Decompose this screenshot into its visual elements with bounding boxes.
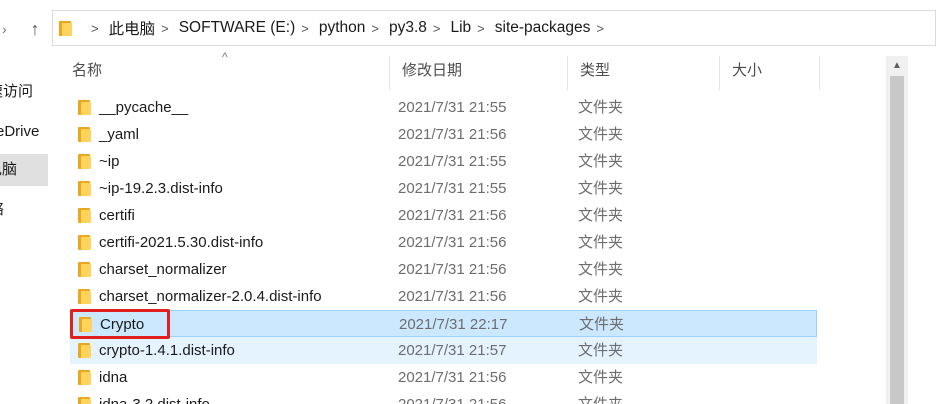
- file-name: ~ip: [99, 153, 120, 170]
- file-name: charset_normalizer-2.0.4.dist-info: [99, 288, 322, 305]
- breadcrumb-item-lib[interactable]: Lib: [450, 19, 471, 37]
- file-name: _yaml: [99, 126, 140, 143]
- file-name: certifi-2021.5.30.dist-info: [99, 234, 264, 251]
- folder-icon: [78, 154, 92, 169]
- file-row[interactable]: crypto-1.4.1.dist-info 2021/7/31 21:57 文件夹: [70, 337, 817, 364]
- folder-icon: [78, 235, 92, 250]
- file-type: 文件夹: [578, 180, 624, 197]
- file-row[interactable]: certifi-2021.5.30.dist-info 2021/7/31 21:…: [70, 229, 817, 256]
- file-type: 文件夹: [578, 153, 624, 170]
- file-name: certifi: [99, 207, 135, 224]
- nav-item-quick-access[interactable]: 速访问: [0, 76, 48, 108]
- address-bar-region: › ↑ > 此电脑 > SOFTWARE (E:) > python > py3…: [0, 0, 936, 56]
- folder-icon: [78, 262, 92, 277]
- column-header-row: ^ 名称 修改日期 类型 大小: [60, 50, 820, 90]
- nav-item-onedrive[interactable]: eDrive: [0, 116, 48, 148]
- file-row[interactable]: _yaml 2021/7/31 21:56 文件夹: [70, 121, 817, 148]
- file-row[interactable]: idna 2021/7/31 21:56 文件夹: [70, 364, 817, 391]
- folder-icon: [78, 127, 92, 142]
- column-header-date[interactable]: 修改日期: [390, 56, 568, 90]
- nav-item-label: 速访问: [0, 83, 34, 100]
- back-chevron-icon[interactable]: ›: [2, 18, 16, 40]
- column-header-size[interactable]: 大小: [720, 56, 820, 90]
- file-modified-date: 2021/7/31 21:55: [398, 153, 507, 170]
- folder-icon: [78, 397, 92, 404]
- up-arrow-icon[interactable]: ↑: [24, 18, 46, 40]
- file-name: crypto-1.4.1.dist-info: [99, 342, 235, 359]
- file-name: charset_normalizer: [99, 261, 227, 278]
- breadcrumb-item-site-packages[interactable]: site-packages: [495, 19, 591, 37]
- file-type: 文件夹: [578, 261, 624, 278]
- breadcrumb-chevron-icon[interactable]: >: [91, 21, 99, 36]
- file-name: ~ip-19.2.3.dist-info: [99, 180, 223, 197]
- file-modified-date: 2021/7/31 21:55: [398, 180, 507, 197]
- file-modified-date: 2021/7/31 21:56: [398, 391, 506, 404]
- file-type: 文件夹: [578, 391, 623, 404]
- breadcrumb-item-py38[interactable]: py3.8: [389, 19, 427, 37]
- column-header-type[interactable]: 类型: [568, 56, 720, 90]
- file-type: 文件夹: [578, 369, 624, 386]
- file-modified-date: 2021/7/31 21:56: [398, 234, 507, 251]
- breadcrumb-chevron-icon[interactable]: >: [596, 21, 604, 36]
- nav-item-label: eDrive: [0, 123, 40, 140]
- file-name: __pycache__: [99, 99, 189, 116]
- file-name: idna-3.2.dist-info: [99, 391, 210, 404]
- column-header-name[interactable]: 名称: [60, 56, 390, 90]
- file-type: 文件夹: [579, 316, 625, 333]
- folder-icon: [78, 343, 92, 358]
- breadcrumb-chevron-icon[interactable]: >: [301, 21, 309, 36]
- file-type: 文件夹: [578, 126, 624, 143]
- breadcrumb-item-software-drive[interactable]: SOFTWARE (E:): [179, 19, 296, 37]
- breadcrumb-chevron-icon[interactable]: >: [161, 21, 169, 36]
- file-row[interactable]: charset_normalizer 2021/7/31 21:56 文件夹: [70, 256, 817, 283]
- breadcrumb-chevron-icon[interactable]: >: [433, 21, 441, 36]
- file-modified-date: 2021/7/31 21:56: [398, 288, 507, 305]
- scroll-up-arrow-icon[interactable]: ▲: [886, 56, 908, 76]
- nav-item-label: 电脑: [0, 161, 18, 178]
- file-modified-date: 2021/7/31 21:56: [398, 261, 507, 278]
- breadcrumb-chevron-icon[interactable]: >: [477, 21, 485, 36]
- file-row[interactable]: certifi 2021/7/31 21:56 文件夹: [70, 202, 817, 229]
- nav-item-this-pc[interactable]: 电脑: [0, 154, 48, 186]
- highlight-annotation-box: [70, 309, 170, 339]
- file-row[interactable]: ~ip-19.2.3.dist-info 2021/7/31 21:55 文件夹: [70, 175, 817, 202]
- folder-icon: [78, 100, 92, 115]
- file-modified-date: 2021/7/31 21:56: [398, 207, 507, 224]
- scroll-thumb[interactable]: [890, 76, 904, 404]
- nav-item-network[interactable]: 络: [0, 194, 48, 226]
- file-row[interactable]: ~ip 2021/7/31 21:55 文件夹: [70, 148, 817, 175]
- breadcrumb-chevron-icon[interactable]: >: [371, 21, 379, 36]
- file-type: 文件夹: [578, 207, 624, 224]
- address-bar[interactable]: > 此电脑 > SOFTWARE (E:) > python > py3.8 >…: [52, 10, 936, 46]
- file-modified-date: 2021/7/31 22:17: [399, 316, 508, 333]
- nav-item-label: 络: [0, 194, 4, 226]
- file-row[interactable]: Crypto 2021/7/31 22:17 文件夹: [70, 310, 817, 337]
- file-row[interactable]: charset_normalizer-2.0.4.dist-info 2021/7…: [70, 283, 817, 310]
- folder-icon: [59, 21, 75, 36]
- folder-icon: [78, 208, 92, 223]
- file-modified-date: 2021/7/31 21:56: [398, 126, 507, 143]
- file-row[interactable]: __pycache__ 2021/7/31 21:55 文件夹: [70, 94, 817, 121]
- file-modified-date: 2021/7/31 21:55: [398, 99, 507, 116]
- file-modified-date: 2021/7/31 21:56: [398, 369, 507, 386]
- folder-icon: [78, 289, 92, 304]
- navigation-pane: 速访问 eDrive 电脑 络: [0, 56, 50, 404]
- folder-icon: [78, 181, 92, 196]
- file-type: 文件夹: [578, 234, 624, 251]
- file-row[interactable]: idna-3.2.dist-info 2021/7/31 21:56 文件夹: [70, 391, 817, 404]
- file-type: 文件夹: [578, 288, 624, 305]
- file-type: 文件夹: [578, 99, 624, 116]
- breadcrumb-item-python[interactable]: python: [319, 19, 366, 37]
- folder-icon: [78, 370, 92, 385]
- file-name: idna: [99, 369, 128, 386]
- file-modified-date: 2021/7/31 21:57: [398, 342, 507, 359]
- vertical-scrollbar[interactable]: ▲: [886, 56, 908, 404]
- file-type: 文件夹: [578, 342, 624, 359]
- breadcrumb-item-this-pc[interactable]: 此电脑: [109, 17, 156, 39]
